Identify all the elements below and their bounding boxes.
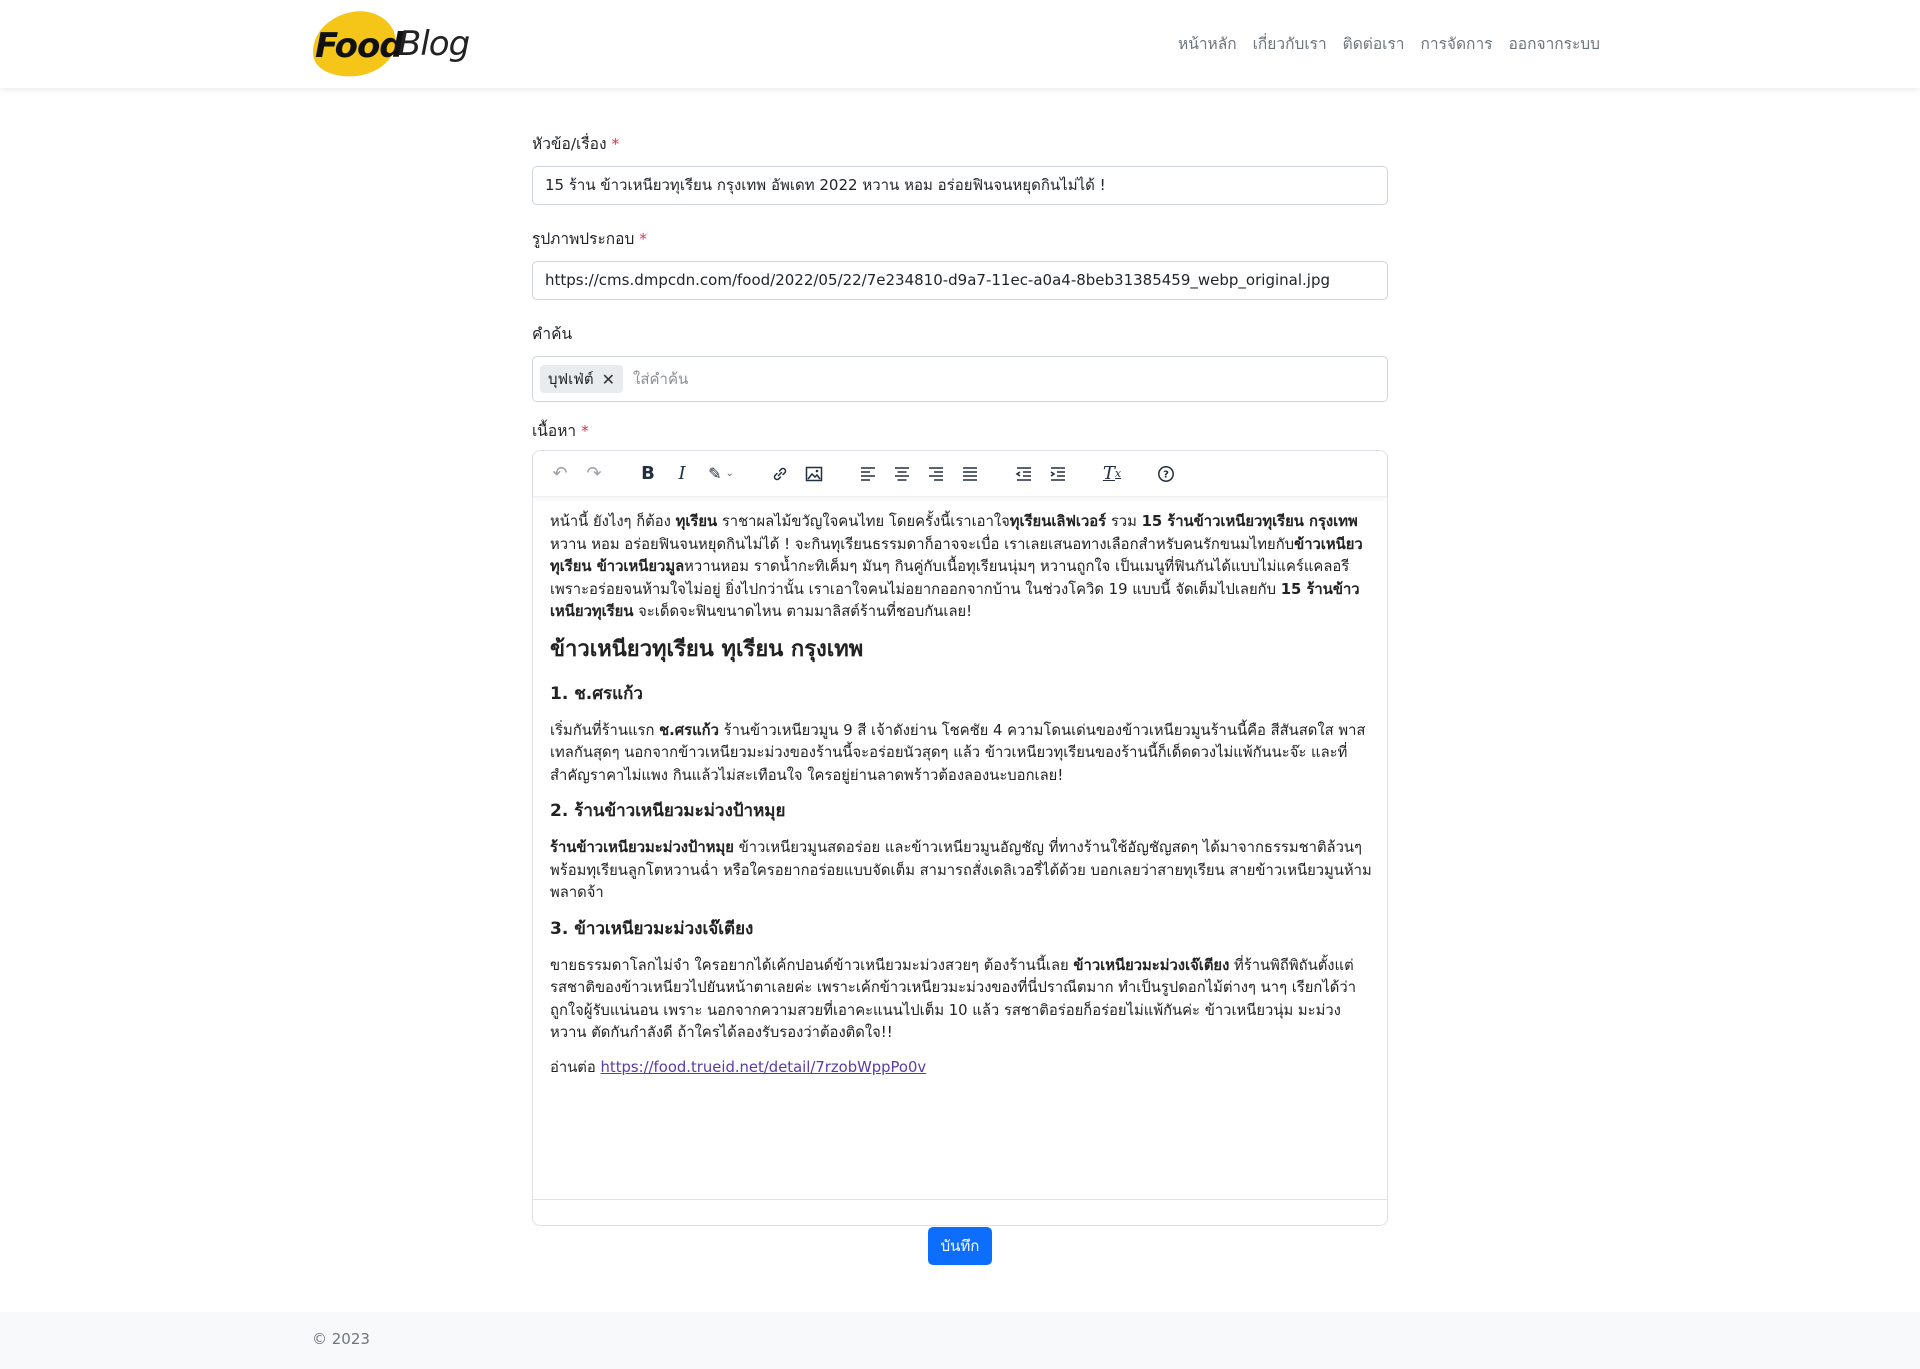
image-icon[interactable] [797, 457, 831, 491]
link-icon[interactable] [763, 457, 797, 491]
rich-text-editor[interactable]: ↶ ↷ B I ✎ ⌄ T x ? หน้านี้ ยังไงๆ ก็ต้อง … [532, 450, 1388, 1226]
align-center-icon[interactable] [885, 457, 919, 491]
keyword-tag: บุฟเฟ่ต์ ✕ [540, 365, 624, 393]
section-3-title: 3. ข้าวเหนียวมะม่วงเจ๊เตียง [550, 918, 754, 939]
italic-icon[interactable]: I [665, 457, 699, 491]
keywords-field[interactable]: บุฟเฟ่ต์ ✕ [532, 356, 1388, 402]
content-label: เนื้อหา * [532, 422, 589, 440]
nav-about[interactable]: เกี่ยวกับเรา [1253, 31, 1327, 56]
undo-icon[interactable]: ↶ [543, 457, 577, 491]
clear-format-icon[interactable]: Tx [1095, 457, 1129, 491]
editor-toolbar: ↶ ↷ B I ✎ ⌄ T x ? [533, 451, 1387, 497]
section-3-paragraph: ขายธรรมดาโลกไม่จำ ใครอยากได้เค้กปอนด์ข้า… [550, 956, 1357, 1042]
editor-statusbar [533, 1199, 1387, 1225]
section-2-paragraph: ร้านข้าวเหนียวมะม่วงป้าหมุย ข้าวเหนียวมู… [550, 839, 1372, 901]
title-label: หัวข้อ/เรื่อง * [532, 135, 620, 153]
image-label: รูปภาพประกอบ * [532, 230, 648, 248]
read-more-paragraph: อ่านต่อ https://food.trueid.net/detail/7… [550, 1058, 927, 1076]
read-more-link[interactable]: https://food.trueid.net/detail/7rzobWppP… [601, 1059, 927, 1076]
section-1-paragraph: เริ่มกันที่ร้านแรก ช.ศรแก้ว ร้านข้าวเหนี… [550, 721, 1366, 784]
brand-food-text: Food [315, 26, 404, 66]
align-right-icon[interactable] [919, 457, 953, 491]
save-button[interactable]: บันทึก [928, 1227, 992, 1265]
brand-blog-text: Blog [398, 24, 470, 64]
highlight-icon[interactable]: ✎ ⌄ [699, 457, 743, 491]
remove-tag-icon[interactable]: ✕ [602, 370, 615, 389]
nav-logout[interactable]: ออกจากระบบ [1508, 31, 1600, 56]
brand-logo[interactable]: Food Blog [307, 6, 472, 82]
help-icon[interactable]: ? [1149, 457, 1183, 491]
navbar: Food Blog หน้าหลัก เกี่ยวกับเรา ติดต่อเร… [0, 0, 1920, 88]
keyword-input[interactable] [633, 370, 1380, 388]
nav-home[interactable]: หน้าหลัก [1178, 31, 1237, 56]
svg-text:?: ? [1163, 469, 1169, 480]
nav-links: หน้าหลัก เกี่ยวกับเรา ติดต่อเรา การจัดกา… [1178, 31, 1600, 56]
indent-icon[interactable] [1041, 457, 1075, 491]
image-url-input[interactable]: https://cms.dmpcdn.com/food/2022/05/22/7… [532, 261, 1388, 300]
section-2-title: 2. ร้านข้าวเหนียวมะม่วงป้าหมุย [550, 801, 786, 821]
nav-manage[interactable]: การจัดการ [1421, 31, 1493, 56]
title-input[interactable]: 15 ร้าน ข้าวเหนียวทุเรียน กรุงเทพ อัพเดท… [532, 166, 1388, 205]
section-1-title: 1. ช.ศรแก้ว [550, 683, 643, 704]
copyright-text: © 2023 [312, 1330, 370, 1348]
align-left-icon[interactable] [851, 457, 885, 491]
keyword-tag-label: บุฟเฟ่ต์ [548, 370, 594, 388]
redo-icon[interactable]: ↷ [577, 457, 611, 491]
outdent-icon[interactable] [1007, 457, 1041, 491]
align-justify-icon[interactable] [953, 457, 987, 491]
keywords-label: คำค้น [532, 325, 573, 343]
intro-paragraph: หน้านี้ ยังไงๆ ก็ต้อง ทุเรียน ราชาผลไม้ข… [550, 513, 1363, 620]
editor-content[interactable]: หน้านี้ ยังไงๆ ก็ต้อง ทุเรียน ราชาผลไม้ข… [550, 511, 1372, 1091]
content-heading: ข้าวเหนียวทุเรียน ทุเรียน กรุงเทพ [550, 636, 864, 662]
post-form: หัวข้อ/เรื่อง * 15 ร้าน ข้าวเหนียวทุเรีย… [532, 132, 1388, 1226]
footer: © 2023 [0, 1312, 1920, 1369]
nav-contact[interactable]: ติดต่อเรา [1343, 31, 1405, 56]
bold-icon[interactable]: B [631, 457, 665, 491]
